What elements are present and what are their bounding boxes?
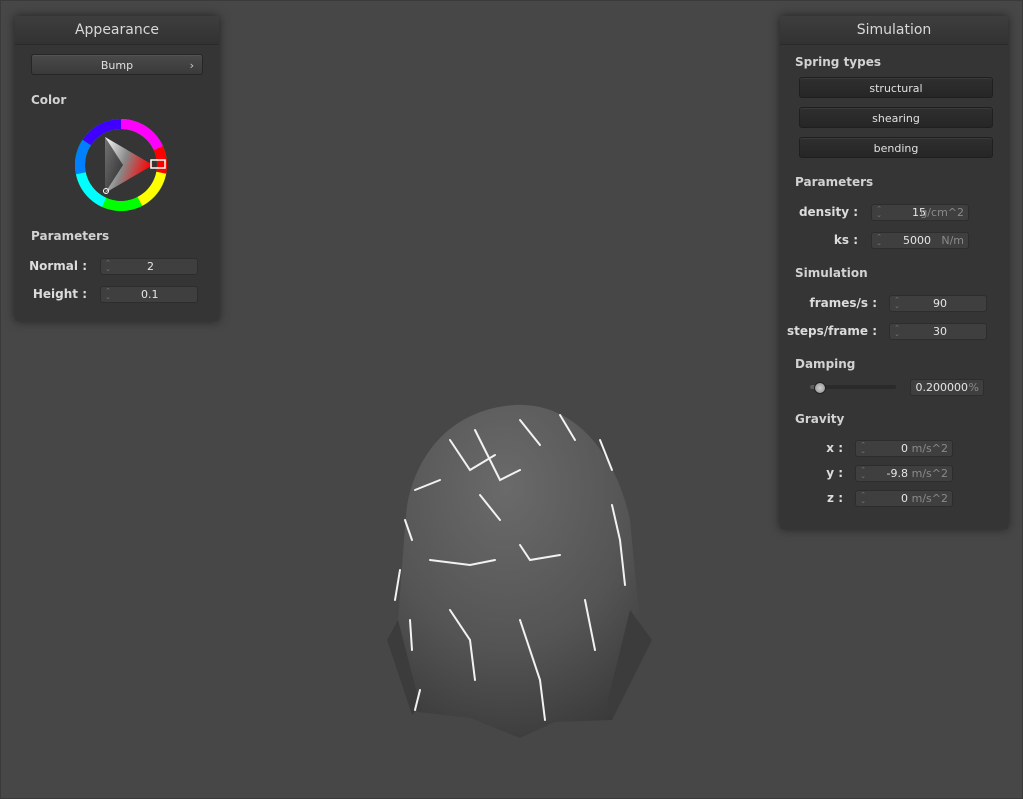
normal-value: 2 — [147, 260, 154, 273]
gravity-z-unit: m/s^2 — [911, 492, 948, 505]
steps-value: 30 — [933, 325, 947, 338]
spinner-icon[interactable]: ⌃ ⌄ — [105, 288, 111, 301]
spinner-icon[interactable]: ⌃ ⌄ — [876, 234, 882, 247]
simulation-panel: Simulation Spring types structural shear… — [780, 16, 1008, 529]
structural-button[interactable]: structural — [799, 77, 993, 98]
ks-value: 5000 — [903, 234, 931, 247]
spinner-icon[interactable]: ⌃ ⌄ — [105, 260, 111, 273]
damping-unit: % — [968, 381, 979, 394]
fps-input[interactable]: ⌃ ⌄ 90 — [889, 295, 987, 312]
chevron-right-icon: › — [189, 59, 194, 72]
gravity-x-unit: m/s^2 — [911, 442, 948, 455]
spinner-icon[interactable]: ⌃ ⌄ — [876, 206, 882, 219]
fps-value: 90 — [933, 297, 947, 310]
gravity-y-label: y : — [826, 466, 843, 480]
density-input[interactable]: ⌃ ⌄ 15 g/cm^2 — [871, 204, 969, 221]
normal-label: Normal : — [29, 259, 87, 273]
gravity-y-input[interactable]: ⌃ ⌄ -9.8 m/s^2 — [855, 465, 953, 482]
shader-dropdown[interactable]: Bump › — [31, 54, 203, 75]
bending-button[interactable]: bending — [799, 137, 993, 158]
gravity-z-value: 0 — [901, 492, 908, 505]
appearance-title: Appearance — [15, 16, 219, 45]
shearing-button[interactable]: shearing — [799, 107, 993, 128]
ks-unit: N/m — [941, 234, 964, 247]
steps-label: steps/frame : — [787, 324, 877, 338]
spinner-icon[interactable]: ⌃ ⌄ — [860, 492, 866, 505]
simulation-title: Simulation — [780, 16, 1008, 45]
appearance-panel: Appearance Bump › Color Parameters Norma… — [15, 16, 219, 321]
damping-slider-handle[interactable] — [813, 382, 826, 394]
fps-label: frames/s : — [809, 296, 877, 310]
gravity-y-value: -9.8 — [886, 467, 908, 480]
cloth-mesh — [387, 404, 652, 738]
ks-input[interactable]: ⌃ ⌄ 5000 N/m — [871, 232, 969, 249]
damping-value: 0.200000 — [915, 381, 969, 394]
ks-label: ks : — [833, 233, 858, 247]
steps-input[interactable]: ⌃ ⌄ 30 — [889, 323, 987, 340]
height-value: 0.1 — [141, 288, 159, 301]
spinner-icon[interactable]: ⌃ ⌄ — [860, 467, 866, 480]
sim-parameters-label: Parameters — [795, 175, 874, 189]
gravity-y-unit: m/s^2 — [911, 467, 948, 480]
color-wheel[interactable] — [73, 117, 169, 213]
gravity-x-value: 0 — [901, 442, 908, 455]
gravity-x-label: x : — [826, 441, 843, 455]
appearance-parameters-label: Parameters — [31, 229, 110, 243]
damping-input[interactable]: 0.200000 % — [910, 379, 984, 396]
height-input[interactable]: ⌃ ⌄ 0.1 — [100, 286, 198, 303]
color-label: Color — [31, 93, 67, 107]
spinner-icon[interactable]: ⌃ ⌄ — [894, 297, 900, 310]
spinner-icon[interactable]: ⌃ ⌄ — [860, 442, 866, 455]
simulation-section-label: Simulation — [795, 266, 868, 280]
gravity-x-input[interactable]: ⌃ ⌄ 0 m/s^2 — [855, 440, 953, 457]
spinner-icon[interactable]: ⌃ ⌄ — [894, 325, 900, 338]
gravity-z-input[interactable]: ⌃ ⌄ 0 m/s^2 — [855, 490, 953, 507]
density-label: density : — [798, 205, 858, 219]
gravity-z-label: z : — [827, 491, 843, 505]
spring-types-label: Spring types — [795, 55, 882, 69]
normal-input[interactable]: ⌃ ⌄ 2 — [100, 258, 198, 275]
shader-dropdown-label: Bump — [100, 59, 134, 72]
damping-label: Damping — [795, 357, 856, 371]
height-label: Height : — [32, 287, 87, 301]
gravity-label: Gravity — [795, 412, 845, 426]
density-unit: g/cm^2 — [920, 206, 964, 219]
